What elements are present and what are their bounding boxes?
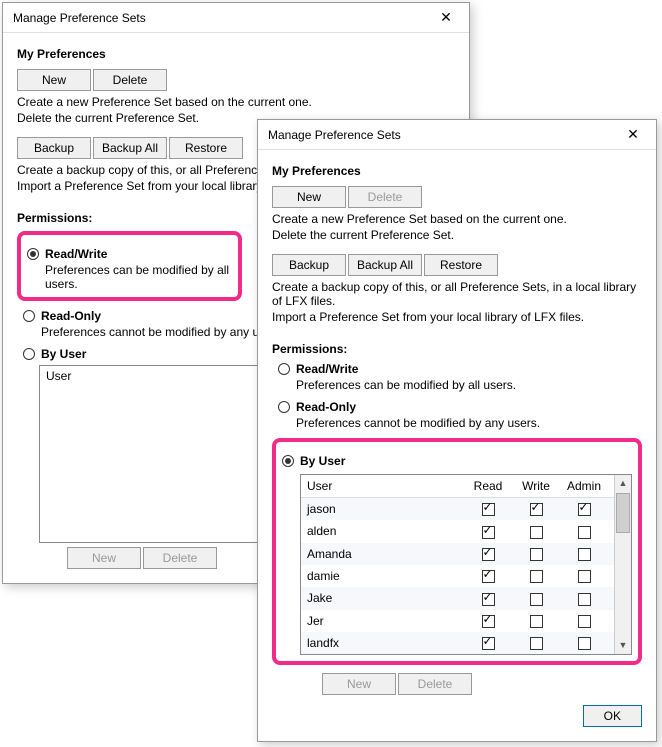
- read-checkbox[interactable]: [482, 526, 495, 539]
- table-row[interactable]: alden: [301, 520, 614, 542]
- read-checkbox[interactable]: [482, 593, 495, 606]
- user-cell: damie: [307, 569, 464, 583]
- radio-read-write[interactable]: [27, 248, 39, 260]
- radio-read-only-label: Read-Only: [296, 400, 356, 414]
- scroll-up-icon[interactable]: ▲: [615, 475, 631, 492]
- admin-checkbox[interactable]: [578, 548, 591, 561]
- write-checkbox[interactable]: [530, 526, 543, 539]
- window-title: Manage Preference Sets: [268, 128, 401, 142]
- radio-read-write-sub: Preferences can be modified by all users…: [45, 263, 232, 291]
- read-checkbox[interactable]: [482, 615, 495, 628]
- scroll-thumb[interactable]: [616, 493, 630, 533]
- radio-by-user[interactable]: [282, 455, 294, 467]
- col-admin: Admin: [560, 479, 608, 493]
- admin-checkbox[interactable]: [578, 526, 591, 539]
- radio-by-user[interactable]: [23, 348, 35, 360]
- admin-checkbox[interactable]: [578, 637, 591, 650]
- new-button[interactable]: New: [17, 69, 91, 91]
- delete-button[interactable]: Delete: [348, 186, 422, 208]
- table-row[interactable]: Jer: [301, 610, 614, 632]
- help-new: Create a new Preference Set based on the…: [272, 212, 642, 226]
- section-my-preferences: My Preferences: [17, 47, 455, 61]
- admin-checkbox[interactable]: [578, 570, 591, 583]
- write-checkbox[interactable]: [530, 503, 543, 516]
- help-backup: Create a backup copy of this, or all Pre…: [272, 280, 642, 308]
- col-user: User: [307, 479, 464, 493]
- user-cell: jason: [307, 502, 464, 516]
- titlebar: Manage Preference Sets ✕: [3, 3, 469, 33]
- scrollbar[interactable]: ▲ ▼: [614, 475, 631, 654]
- help-new: Create a new Preference Set based on the…: [17, 95, 455, 109]
- permissions-label: Permissions:: [272, 342, 642, 356]
- table-row[interactable]: Jake: [301, 587, 614, 609]
- radio-read-only-sub: Preferences cannot be modified by any us…: [296, 416, 642, 430]
- radio-read-write[interactable]: [278, 363, 290, 375]
- write-checkbox[interactable]: [530, 593, 543, 606]
- user-delete-button[interactable]: Delete: [398, 673, 472, 695]
- table-row[interactable]: landfx: [301, 632, 614, 654]
- radio-read-only[interactable]: [278, 401, 290, 413]
- user-cell: landfx: [307, 636, 464, 650]
- write-checkbox[interactable]: [530, 548, 543, 561]
- backup-button[interactable]: Backup: [17, 137, 91, 159]
- window-title: Manage Preference Sets: [13, 11, 146, 25]
- read-checkbox[interactable]: [482, 548, 495, 561]
- backup-all-button[interactable]: Backup All: [93, 137, 167, 159]
- write-checkbox[interactable]: [530, 570, 543, 583]
- close-icon[interactable]: ✕: [618, 126, 648, 143]
- write-checkbox[interactable]: [530, 615, 543, 628]
- backup-all-button[interactable]: Backup All: [348, 254, 422, 276]
- user-cell: Jake: [307, 591, 464, 605]
- radio-by-user-label: By User: [41, 347, 86, 361]
- close-icon[interactable]: ✕: [431, 9, 461, 26]
- new-button[interactable]: New: [272, 186, 346, 208]
- backup-button[interactable]: Backup: [272, 254, 346, 276]
- titlebar: Manage Preference Sets ✕: [258, 120, 656, 150]
- highlight-read-write: Read/Write Preferences can be modified b…: [17, 231, 242, 301]
- table-row[interactable]: damie: [301, 565, 614, 587]
- col-read: Read: [464, 479, 512, 493]
- radio-read-write-sub: Preferences can be modified by all users…: [296, 378, 642, 392]
- col-write: Write: [512, 479, 560, 493]
- table-row[interactable]: Amanda: [301, 543, 614, 565]
- write-checkbox[interactable]: [530, 637, 543, 650]
- radio-read-only-label: Read-Only: [41, 309, 101, 323]
- restore-button[interactable]: Restore: [169, 137, 243, 159]
- admin-checkbox[interactable]: [578, 593, 591, 606]
- dialog-manage-prefs-2: Manage Preference Sets ✕ My Preferences …: [257, 119, 657, 742]
- section-my-preferences: My Preferences: [272, 164, 642, 178]
- admin-checkbox[interactable]: [578, 503, 591, 516]
- user-new-button[interactable]: New: [67, 547, 141, 569]
- user-cell: alden: [307, 524, 464, 538]
- scroll-down-icon[interactable]: ▼: [615, 637, 631, 654]
- radio-read-write-label: Read/Write: [45, 247, 107, 261]
- ok-button[interactable]: OK: [583, 705, 642, 727]
- help-import: Import a Preference Set from your local …: [272, 310, 642, 324]
- delete-button[interactable]: Delete: [93, 69, 167, 91]
- radio-by-user-label: By User: [300, 454, 345, 468]
- admin-checkbox[interactable]: [578, 615, 591, 628]
- radio-read-write-label: Read/Write: [296, 362, 358, 376]
- user-cell: Amanda: [307, 547, 464, 561]
- read-checkbox[interactable]: [482, 503, 495, 516]
- user-new-button[interactable]: New: [322, 673, 396, 695]
- user-cell: Jer: [307, 614, 464, 628]
- user-delete-button[interactable]: Delete: [143, 547, 217, 569]
- restore-button[interactable]: Restore: [424, 254, 498, 276]
- table-row[interactable]: jason: [301, 498, 614, 520]
- read-checkbox[interactable]: [482, 570, 495, 583]
- help-delete: Delete the current Preference Set.: [272, 228, 642, 242]
- highlight-by-user: By User UserReadWriteAdmin jason alden Aman…: [272, 438, 642, 665]
- user-table: UserReadWriteAdmin jason alden Amanda damie J…: [300, 474, 632, 655]
- read-checkbox[interactable]: [482, 637, 495, 650]
- radio-read-only[interactable]: [23, 310, 35, 322]
